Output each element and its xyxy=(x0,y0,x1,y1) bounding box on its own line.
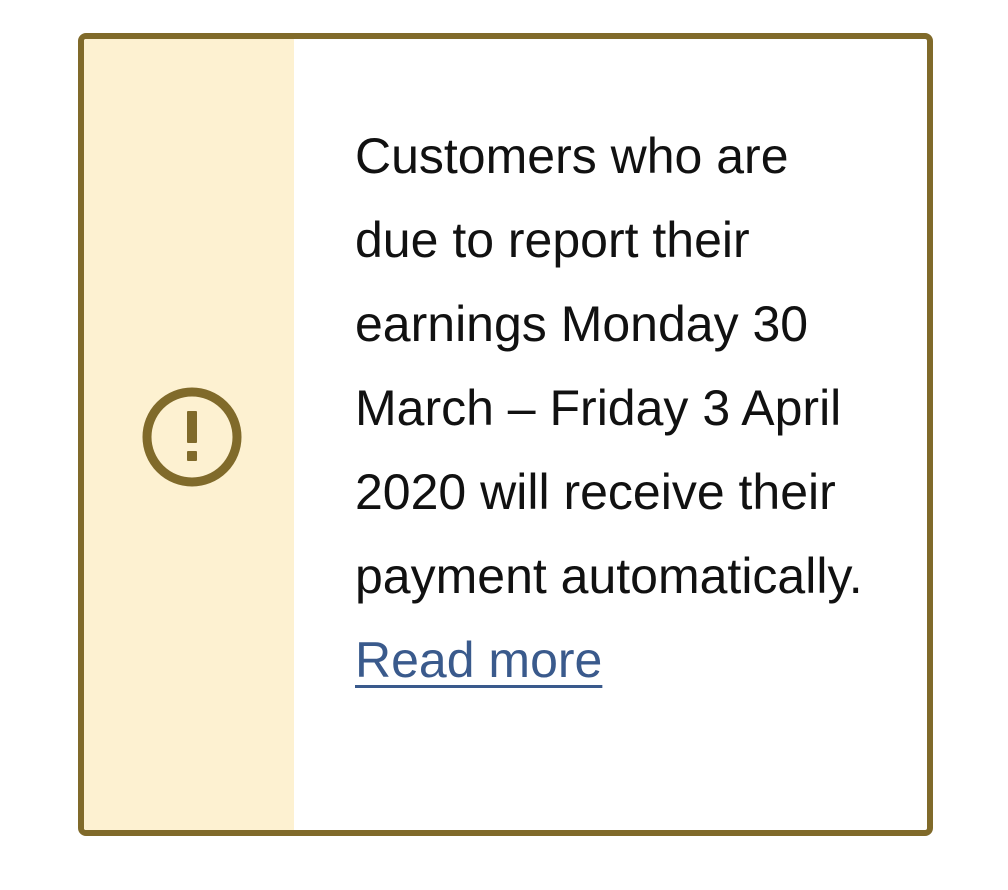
notice-message: Customers who are due to report their ea… xyxy=(355,114,875,702)
read-more-link[interactable]: Read more xyxy=(355,632,602,688)
notice-message-text: Customers who are due to report their ea… xyxy=(355,128,863,604)
notice-icon-panel xyxy=(84,39,294,830)
warning-notice: Customers who are due to report their ea… xyxy=(78,33,933,836)
exclamation-circle-icon xyxy=(142,387,242,487)
notice-content: Customers who are due to report their ea… xyxy=(294,39,927,830)
